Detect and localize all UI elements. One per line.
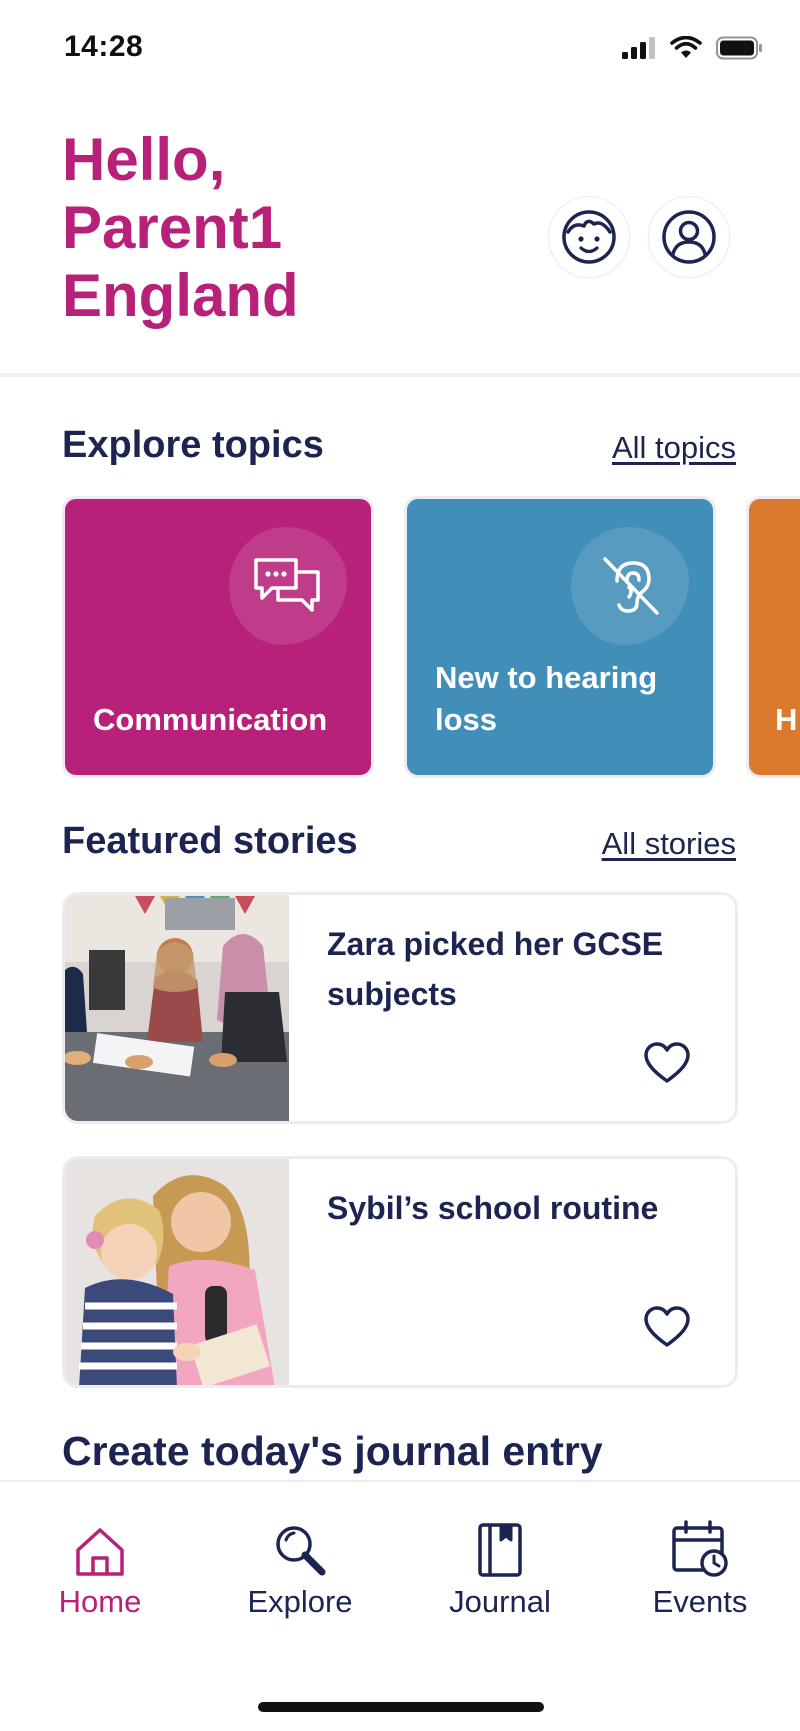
tab-label: Explore [247, 1584, 353, 1619]
topics-carousel[interactable]: Communication New to hearing loss H [0, 496, 800, 778]
greeting-line-3: England [62, 262, 299, 329]
greeting-line-1: Hello, [62, 126, 226, 193]
topic-card-new-to-hearing-loss[interactable]: New to hearing loss [404, 496, 716, 778]
explore-topics-heading: Explore topics [62, 424, 324, 466]
status-time: 14:28 [64, 30, 144, 63]
heart-outline-icon[interactable] [643, 1041, 691, 1085]
topic-label: H [775, 702, 798, 737]
home-screen: 14:28 Hello, Parent1 England Explore top… [0, 0, 800, 1731]
story-title: Zara picked her GCSE subjects [327, 926, 664, 1012]
tab-label: Home [58, 1584, 142, 1619]
header-divider [0, 373, 800, 377]
child-profile-button[interactable] [548, 196, 630, 278]
hearing-loss-icon [603, 557, 659, 615]
bottom-tab-bar: Home Explore Journal Events [0, 1480, 800, 1731]
tab-journal[interactable]: Journal [400, 1518, 600, 1620]
calendar-clock-icon [672, 1520, 728, 1577]
status-bar: 14:28 [0, 0, 800, 100]
tab-label: Journal [449, 1584, 551, 1619]
topic-label: Communication [93, 702, 328, 737]
battery-icon [716, 36, 762, 60]
heart-outline-icon[interactable] [643, 1305, 691, 1349]
topic-card-partial[interactable]: H [746, 496, 800, 778]
story-photo-mother-daughter-reading [65, 1159, 289, 1385]
user-profile-button[interactable] [648, 196, 730, 278]
home-icon [76, 1528, 124, 1576]
featured-stories-heading: Featured stories [62, 820, 358, 862]
status-icons [622, 36, 764, 60]
topic-label: New to hearing loss [435, 660, 658, 737]
cellular-signal-icon [622, 37, 655, 59]
header-actions [548, 196, 730, 278]
topic-card-communication[interactable]: Communication [62, 496, 374, 778]
story-title: Sybil’s school routine [327, 1190, 659, 1226]
wifi-icon [670, 36, 702, 58]
tab-explore[interactable]: Explore [200, 1518, 400, 1620]
tab-home[interactable]: Home [0, 1518, 200, 1620]
topic-icon-bg [229, 527, 347, 645]
story-card-sybil[interactable]: Sybil’s school routine [62, 1156, 738, 1388]
speech-bubbles-icon [254, 558, 320, 612]
tab-events[interactable]: Events [600, 1518, 800, 1620]
tab-label: Events [652, 1584, 748, 1619]
home-indicator [258, 1702, 544, 1712]
user-profile-icon [662, 210, 716, 264]
all-topics-link[interactable]: All topics [612, 430, 736, 466]
journal-entry-heading: Create today's journal entry [62, 1428, 603, 1474]
child-face-icon [562, 210, 616, 264]
story-card-zara[interactable]: Zara picked her GCSE subjects [62, 892, 738, 1124]
search-icon [276, 1526, 326, 1576]
all-stories-link[interactable]: All stories [602, 826, 736, 862]
greeting-heading: Hello, Parent1 England [62, 126, 482, 330]
topic-icon-bg [571, 527, 689, 645]
journal-book-icon [478, 1523, 522, 1577]
story-photo-students-table [65, 895, 289, 1121]
greeting-line-2: Parent1 [62, 194, 283, 261]
